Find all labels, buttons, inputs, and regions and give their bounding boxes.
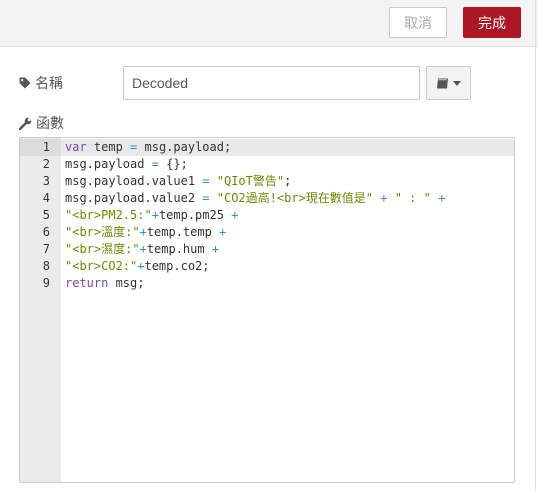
- done-button[interactable]: 完成: [463, 7, 521, 38]
- code-token: =: [202, 174, 210, 188]
- code-token: =: [202, 191, 210, 205]
- code-token: return: [65, 276, 109, 290]
- book-icon: [437, 78, 448, 88]
- code-token: +: [139, 225, 147, 239]
- code-token: +: [151, 208, 159, 222]
- code-token: +: [211, 242, 220, 256]
- code-token: temp.temp: [146, 225, 220, 239]
- line-number: 5: [42, 208, 50, 222]
- cancel-button[interactable]: 取消: [389, 7, 447, 38]
- code-token: "<br>CO2:": [65, 259, 138, 273]
- code-token: =: [151, 157, 159, 171]
- code-token: {};: [158, 157, 188, 171]
- editor-toolbar: 取消 完成: [0, 0, 538, 47]
- code-token: +: [231, 208, 239, 222]
- code-text: "<br>PM2.5:"+temp.pm25 +: [50, 207, 238, 224]
- code-token: " : ": [394, 191, 431, 205]
- code-text: msg.payload = {};: [50, 156, 188, 173]
- code-text: "<br>濕度:"+temp.hum +: [50, 241, 219, 258]
- line-number: 8: [42, 259, 50, 273]
- code-token: "CO2過高!<br>現在數值是": [216, 191, 373, 205]
- line-number: 9: [42, 276, 50, 290]
- line-number: 2: [42, 157, 50, 171]
- code-token: var: [65, 140, 87, 154]
- code-token: msg.payload: [65, 157, 152, 171]
- code-text: "<br>溫度:"+temp.temp +: [50, 224, 226, 241]
- code-text: var temp = msg.payload;: [50, 139, 231, 156]
- code-line[interactable]: 5 "<br>PM2.5:"+temp.pm25 +: [20, 207, 514, 224]
- code-token: msg;: [108, 276, 145, 290]
- line-number: 7: [42, 242, 50, 256]
- line-number: 6: [42, 225, 50, 239]
- code-line[interactable]: 8 "<br>CO2:"+temp.co2;: [20, 258, 514, 275]
- code-token: "QIoT警告": [216, 174, 285, 188]
- panel-divider: [535, 0, 536, 491]
- caret-down-icon: [453, 80, 461, 86]
- tag-icon: [19, 77, 31, 89]
- code-token: "<br>溫度:": [65, 225, 140, 239]
- code-token: "<br>濕度:": [65, 242, 140, 256]
- code-token: "<br>PM2.5:": [65, 208, 152, 222]
- code-line[interactable]: 2 msg.payload = {};: [20, 156, 514, 173]
- code-line[interactable]: 1 var temp = msg.payload;: [20, 139, 514, 156]
- code-line[interactable]: 3 msg.payload.value1 = "QIoT警告";: [20, 173, 514, 190]
- code-token: +: [438, 191, 446, 205]
- code-token: +: [219, 225, 227, 239]
- code-token: temp.hum: [146, 242, 212, 256]
- code-line[interactable]: 9 return msg;: [20, 275, 514, 292]
- line-number: 3: [42, 174, 50, 188]
- code-token: temp.co2;: [144, 259, 210, 273]
- code-token: msg.payload.value2: [65, 191, 203, 205]
- code-token: msg.payload;: [137, 140, 232, 154]
- code-token: msg.payload.value1: [65, 174, 203, 188]
- code-text: "<br>CO2:"+temp.co2;: [50, 258, 210, 275]
- code-token: temp: [86, 140, 131, 154]
- code-line[interactable]: 4 msg.payload.value2 = "CO2過高!<br>現在數值是" …: [20, 190, 514, 207]
- library-button[interactable]: [426, 66, 471, 100]
- function-label: 函數: [19, 114, 64, 132]
- code-line[interactable]: 6 "<br>溫度:"+temp.temp +: [20, 224, 514, 241]
- code-token: ;: [284, 174, 292, 188]
- code-text: msg.payload.value1 = "QIoT警告";: [50, 173, 291, 190]
- name-label: 名稱: [19, 74, 63, 92]
- code-line[interactable]: 7 "<br>濕度:"+temp.hum +: [20, 241, 514, 258]
- code-editor[interactable]: 1 var temp = msg.payload; 2 msg.payload = {…: [19, 137, 515, 483]
- code-token: temp.pm25: [158, 208, 232, 222]
- function-label-text: 函數: [36, 115, 64, 131]
- code-text: return msg;: [50, 275, 144, 292]
- name-label-text: 名稱: [35, 75, 63, 91]
- code-lines: 1 var temp = msg.payload; 2 msg.payload = {…: [20, 139, 514, 292]
- code-text: msg.payload.value2 = "CO2過高!<br>現在數值是" +…: [50, 190, 445, 207]
- line-number: 4: [42, 191, 50, 205]
- code-token: +: [139, 242, 147, 256]
- line-number: 1: [42, 140, 50, 154]
- name-input[interactable]: [123, 66, 420, 100]
- wrench-icon: [19, 117, 32, 130]
